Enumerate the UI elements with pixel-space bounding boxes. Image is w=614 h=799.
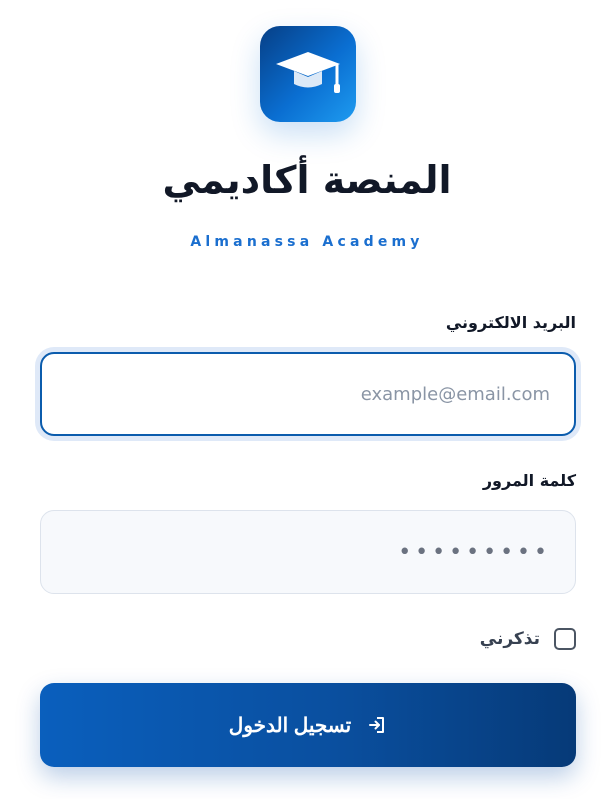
remember-me[interactable]: تذكرني	[480, 627, 576, 651]
remember-label: تذكرني	[479, 629, 540, 649]
app-logo	[260, 26, 356, 122]
login-button-label: تسجيل الدخول	[228, 714, 352, 737]
password-label: كلمة المرور	[482, 471, 576, 490]
password-input[interactable]	[40, 510, 576, 594]
sign-in-icon	[367, 715, 387, 735]
remember-checkbox[interactable]	[554, 628, 576, 650]
login-page: المنصة أكاديمي Almanassa Academy البريد …	[0, 0, 614, 799]
login-button[interactable]: تسجيل الدخول	[40, 683, 576, 767]
brand-subtitle: Almanassa Academy	[190, 234, 424, 250]
brand-title: المنصة أكاديمي	[162, 158, 452, 202]
email-label: البريد الالكتروني	[445, 313, 576, 332]
email-input[interactable]	[40, 352, 576, 436]
graduation-cap-icon	[276, 52, 340, 93]
